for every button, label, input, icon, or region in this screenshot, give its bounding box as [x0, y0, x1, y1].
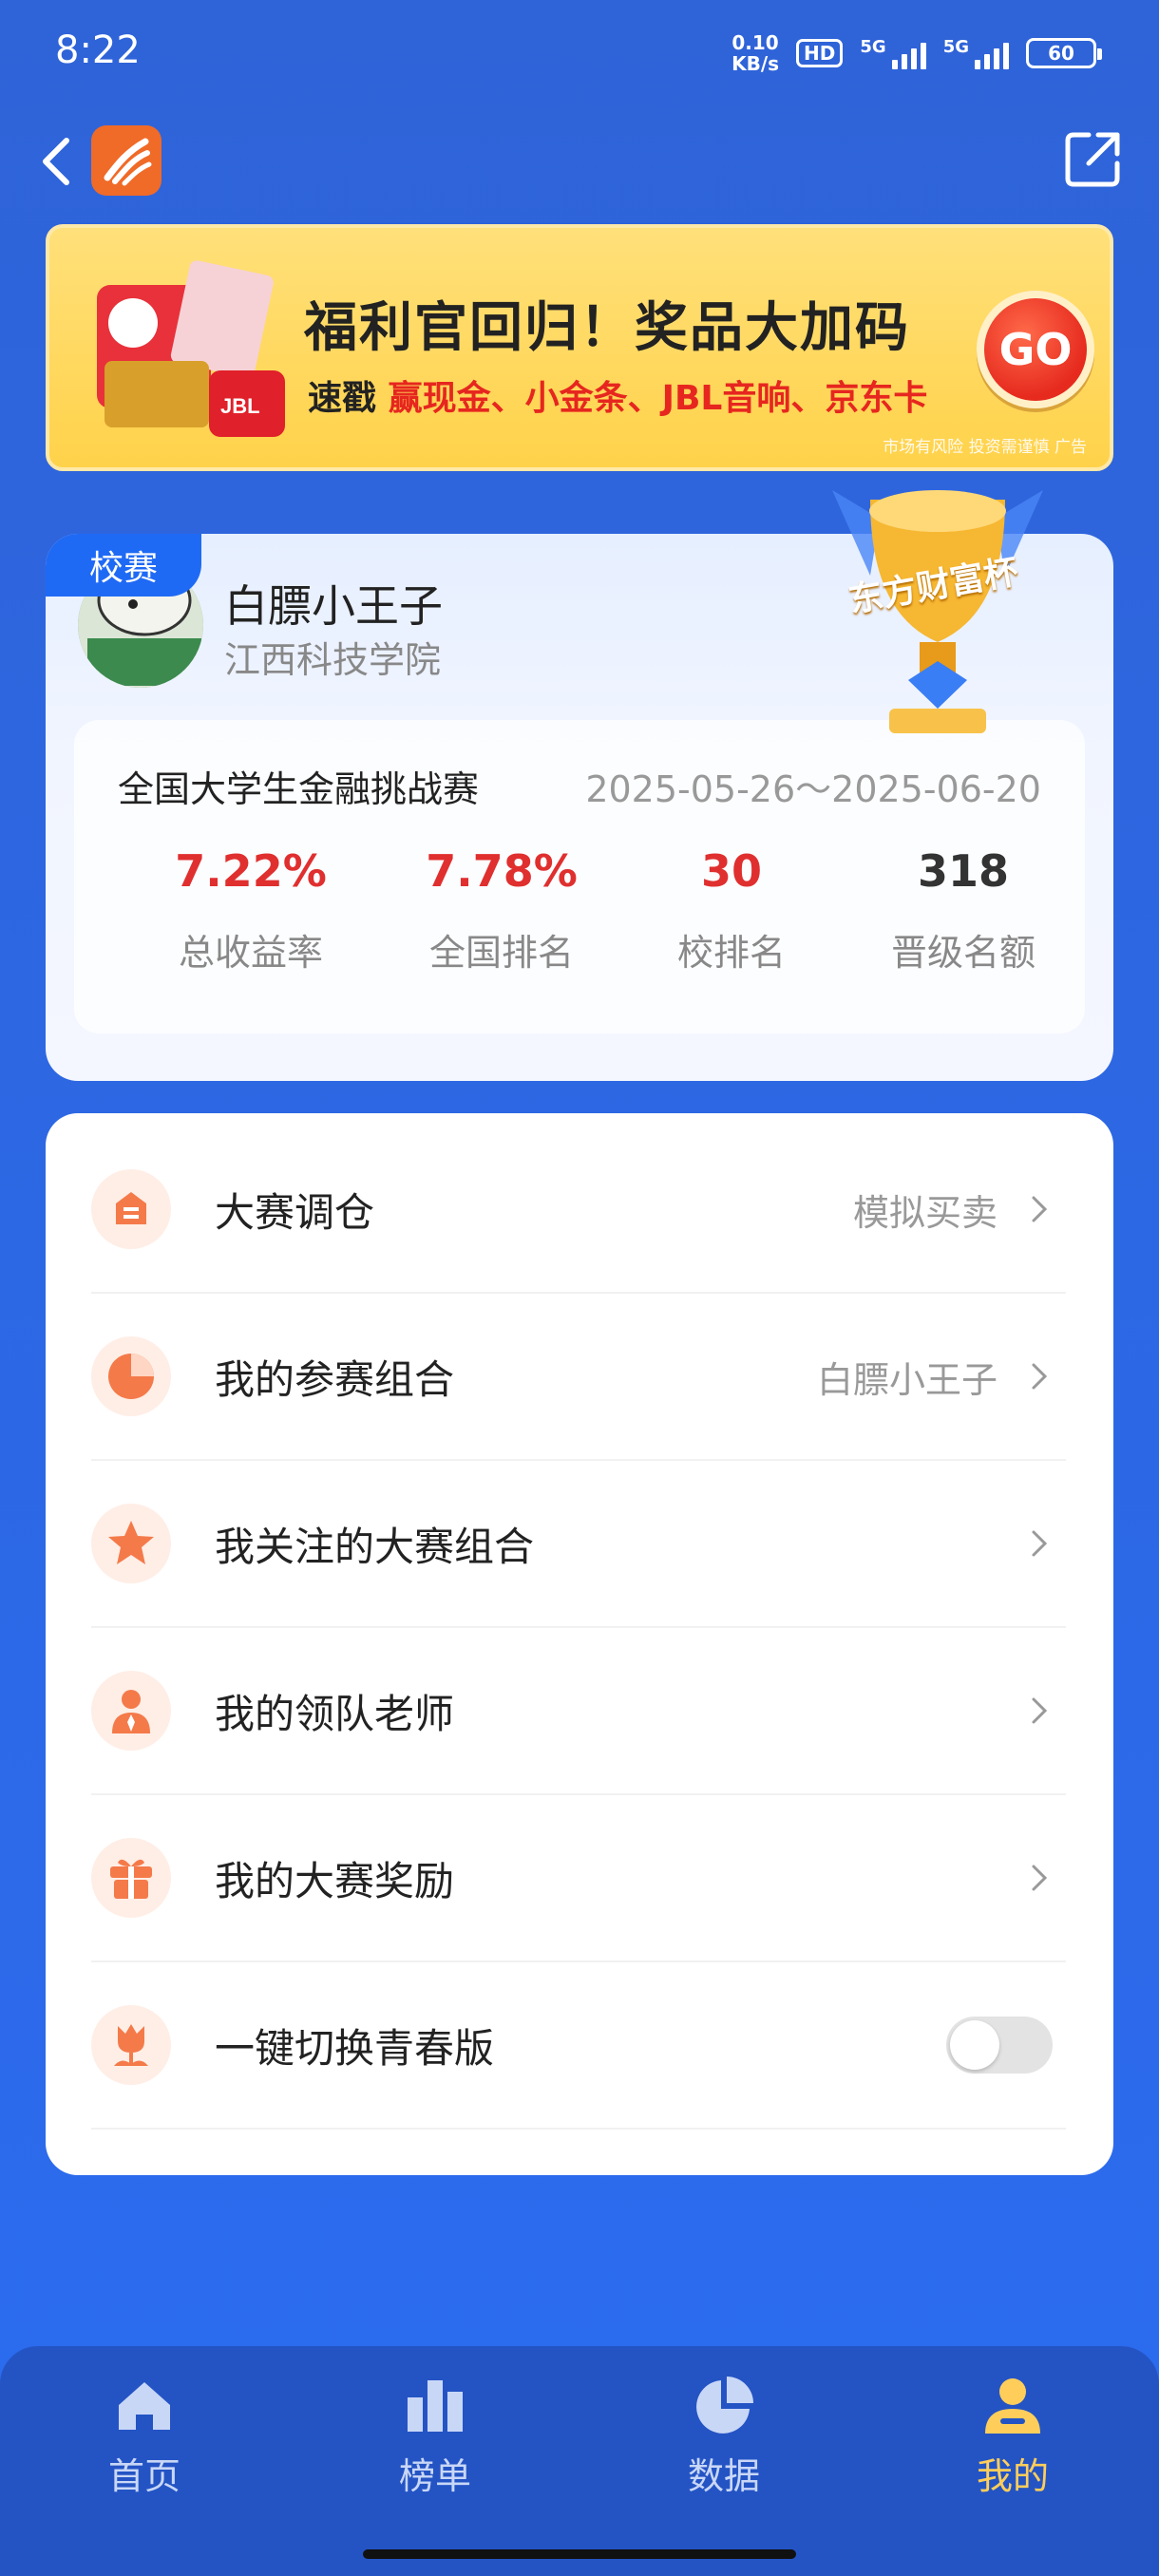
stat-value: 30 — [700, 845, 762, 897]
stat-value: 318 — [917, 845, 1010, 897]
toggle-knob — [950, 2020, 999, 2070]
tab-mine[interactable]: 我的 — [918, 2373, 1108, 2499]
youth-mode-toggle[interactable] — [946, 2017, 1053, 2074]
app-logo[interactable] — [91, 125, 162, 196]
signal-type-2: 5G — [942, 37, 969, 57]
banner-sub-prefix: 速戳 — [308, 379, 377, 418]
chevron-right-icon — [1032, 1697, 1048, 1724]
pie-chart-icon — [696, 2377, 753, 2434]
net-speed-value: 0.10 — [732, 31, 779, 54]
net-speed-unit: KB/s — [732, 52, 780, 75]
tab-label: 数据 — [687, 2455, 760, 2497]
menu-item-team-teacher[interactable]: 我的领队老师 — [91, 1628, 1066, 1795]
chevron-left-icon — [43, 138, 69, 185]
share-button[interactable] — [1060, 127, 1125, 192]
battery-icon: 60 — [1026, 38, 1102, 68]
status-time: 8:22 — [55, 28, 141, 72]
stat-value: 7.22% — [175, 845, 327, 897]
menu-item-followed-portfolios[interactable]: 我关注的大赛组合 — [91, 1461, 1066, 1628]
menu-value: 模拟买卖 — [852, 1191, 998, 1234]
signal-type: 5G — [860, 37, 886, 57]
briefcase-icon — [91, 1169, 171, 1249]
signal-icon-2: 5G — [943, 37, 1009, 69]
tab-data[interactable]: 数据 — [629, 2373, 819, 2499]
star-icon — [91, 1504, 171, 1583]
tab-home[interactable]: 首页 — [49, 2373, 239, 2499]
back-button[interactable] — [34, 133, 82, 190]
menu-label: 大赛调仓 — [215, 1188, 375, 1236]
pie-chart-icon — [91, 1336, 171, 1416]
tab-label: 我的 — [976, 2455, 1049, 2497]
menu-label: 我的参赛组合 — [215, 1355, 455, 1403]
net-speed: 0.10 KB/s — [732, 32, 779, 74]
menu-item-contest-rewards[interactable]: 我的大赛奖励 — [91, 1795, 1066, 1962]
stat-label: 总收益率 — [178, 932, 323, 974]
banner-title: 福利官回归！奖品大加码 — [304, 297, 910, 359]
gift-prizes-icon: JBL — [97, 260, 285, 437]
stat-value: 7.78% — [426, 845, 578, 897]
stat-promotion-quota: 318 晋级名额 — [849, 845, 1077, 975]
hd-icon: HD — [796, 39, 844, 67]
stat-school-rank: 30 校排名 — [618, 845, 846, 975]
stat-label: 全国排名 — [428, 932, 574, 974]
school-contest-tag: 校赛 — [46, 534, 201, 597]
tab-ranking[interactable]: 榜单 — [340, 2373, 530, 2499]
banner-sub-prizes: 赢现金、小金条、JBL音响、京东卡 — [388, 379, 928, 418]
school-name: 江西科技学院 — [224, 639, 442, 681]
user-icon — [985, 2378, 1040, 2434]
menu-label: 我的领队老师 — [215, 1690, 455, 1737]
stat-national-rank: 7.78% 全国排名 — [388, 845, 616, 975]
menu-item-contest-trade[interactable]: 大赛调仓 模拟买卖 — [91, 1127, 1066, 1294]
tab-label: 首页 — [107, 2455, 180, 2497]
go-button[interactable]: GO — [977, 291, 1094, 408]
menu-label: 我的大赛奖励 — [215, 1857, 455, 1904]
banner-disclaimer: 市场有风险 投资需谨慎 广告 — [883, 438, 1087, 457]
banner-subtitle: 速戳 赢现金、小金条、JBL音响、京东卡 — [308, 370, 927, 420]
chevron-right-icon — [1032, 1530, 1048, 1557]
tulip-icon — [91, 2005, 171, 2085]
chevron-right-icon — [1032, 1865, 1048, 1891]
stat-label: 校排名 — [676, 932, 786, 974]
signal-icon: 5G — [860, 37, 926, 69]
contest-dates: 2025-05-26～2025-06-20 — [585, 768, 1041, 810]
ranking-icon — [408, 2380, 463, 2432]
promo-banner[interactable]: JBL 福利官回归！奖品大加码 速戳 赢现金、小金条、JBL音响、京东卡 GO … — [46, 224, 1113, 471]
menu-item-my-portfolio[interactable]: 我的参赛组合 白膘小王子 — [91, 1294, 1066, 1461]
stat-label: 晋级名额 — [890, 932, 1036, 974]
chevron-right-icon — [1032, 1196, 1048, 1222]
tab-label: 榜单 — [398, 2455, 471, 2497]
svg-text:JBL: JBL — [220, 394, 260, 418]
teacher-icon — [91, 1671, 171, 1751]
menu-label: 一键切换青春版 — [215, 2024, 495, 2072]
status-indicators: 0.10 KB/s HD 5G 5G 60 — [732, 32, 1102, 74]
chevron-right-icon — [1032, 1363, 1048, 1390]
menu-label: 我关注的大赛组合 — [215, 1523, 535, 1570]
gift-icon — [91, 1838, 171, 1918]
stat-total-return: 7.22% 总收益率 — [137, 845, 365, 975]
app-logo-icon — [104, 138, 152, 186]
menu-value: 白膘小王子 — [816, 1358, 998, 1401]
share-out-icon — [1065, 132, 1120, 187]
home-icon — [119, 2382, 170, 2430]
contest-name: 全国大学生金融挑战赛 — [118, 768, 480, 810]
menu-item-youth-mode: 一键切换青春版 — [91, 1962, 1066, 2130]
user-name: 白膘小王子 — [224, 580, 443, 632]
home-indicator[interactable] — [363, 2549, 796, 2559]
